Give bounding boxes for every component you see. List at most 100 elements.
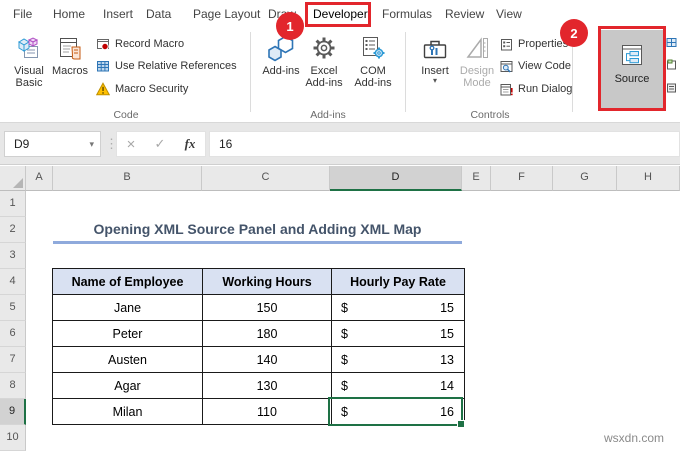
run-dialog-button[interactable]: Run Dialog — [500, 81, 572, 97]
cell-b9[interactable]: Milan — [52, 398, 203, 425]
map-properties-icon — [666, 37, 677, 48]
design-mode-button[interactable]: Design Mode — [456, 31, 498, 89]
group-separator — [250, 32, 251, 112]
tab-page-layout[interactable]: Page Layout — [193, 0, 260, 28]
insert-controls-button[interactable]: Insert ▾ — [414, 31, 456, 85]
row-header-8[interactable]: 8 — [0, 373, 26, 399]
cell-b5[interactable]: Jane — [52, 294, 203, 321]
export-button[interactable]: Exp — [666, 57, 680, 71]
row-header-1[interactable]: 1 — [0, 191, 26, 217]
row-header-9[interactable]: 9 — [0, 399, 26, 425]
table-row: Agar 130 $14 — [52, 372, 465, 399]
header-hourly-pay-rate[interactable]: Hourly Pay Rate — [331, 268, 465, 295]
formula-input[interactable]: 16 — [209, 131, 680, 157]
tab-view[interactable]: View — [496, 0, 522, 28]
excel-window: { "ribbon": { "tabs": ["File","Home","In… — [0, 0, 680, 451]
insert-dropdown-caret-icon[interactable]: ▾ — [433, 77, 437, 85]
column-header-b[interactable]: B — [53, 166, 202, 191]
select-all-button[interactable] — [0, 166, 26, 191]
currency-symbol: $ — [341, 326, 348, 341]
cell-c9[interactable]: 110 — [202, 398, 332, 425]
active-cell-selection[interactable] — [328, 397, 465, 428]
use-relative-references-button[interactable]: Use Relative References — [96, 58, 237, 74]
view-code-label: View Code — [518, 60, 571, 72]
column-header-g[interactable]: G — [553, 166, 617, 191]
cell-b6[interactable]: Peter — [52, 320, 203, 347]
cell-c5[interactable]: 150 — [202, 294, 332, 321]
name-box-value: D9 — [14, 137, 30, 151]
row-header-5[interactable]: 5 — [0, 295, 26, 321]
com-add-ins-icon — [360, 31, 386, 65]
cell-d8[interactable]: $14 — [331, 372, 465, 399]
cell-d6[interactable]: $15 — [331, 320, 465, 347]
header-name-of-employee[interactable]: Name of Employee — [52, 268, 203, 295]
controls-group-label: Controls — [470, 109, 510, 121]
cell-c7[interactable]: 140 — [202, 346, 332, 373]
rate-value: 14 — [440, 378, 454, 393]
map-properties-button[interactable]: Ma — [666, 35, 680, 49]
design-mode-icon — [464, 31, 490, 65]
tab-file[interactable]: File — [13, 0, 32, 28]
formula-buttons: × ✓ fx — [116, 131, 206, 157]
row-header-2[interactable]: 2 — [0, 217, 26, 243]
tab-insert[interactable]: Insert — [103, 0, 133, 28]
properties-button[interactable]: Properties — [500, 36, 568, 52]
currency-symbol: $ — [341, 352, 348, 367]
row-header-10[interactable]: 10 — [0, 425, 26, 451]
table-row: Peter 180 $15 — [52, 320, 465, 347]
column-header-c[interactable]: C — [202, 166, 330, 191]
com-add-ins-button[interactable]: COM Add-ins — [348, 31, 398, 89]
relative-references-icon — [96, 59, 110, 73]
developer-tab-highlight-box — [305, 2, 371, 27]
group-separator — [405, 32, 406, 112]
cell-c6[interactable]: 180 — [202, 320, 332, 347]
cell-b7[interactable]: Austen — [52, 346, 203, 373]
cell-c8[interactable]: 130 — [202, 372, 332, 399]
insert-controls-icon — [422, 31, 448, 65]
cell-d5[interactable]: $15 — [331, 294, 465, 321]
export-icon — [666, 59, 677, 70]
rate-value: 15 — [440, 326, 454, 341]
cancel-icon[interactable]: × — [127, 137, 136, 152]
macro-security-icon — [96, 82, 110, 96]
name-box[interactable]: D9 ▾ — [4, 131, 101, 157]
fill-handle[interactable] — [457, 420, 465, 428]
insert-function-icon[interactable]: fx — [185, 136, 196, 152]
row-header-3[interactable]: 3 — [0, 243, 26, 269]
tab-formulas[interactable]: Formulas — [382, 0, 432, 28]
use-relative-references-label: Use Relative References — [115, 60, 237, 72]
tab-review[interactable]: Review — [445, 0, 484, 28]
column-header-a[interactable]: A — [26, 166, 53, 191]
macros-button[interactable]: Macros — [50, 31, 90, 77]
visual-basic-icon — [16, 31, 42, 65]
currency-symbol: $ — [341, 300, 348, 315]
table-row: Austen 140 $13 — [52, 346, 465, 373]
column-header-f[interactable]: F — [491, 166, 553, 191]
enter-icon[interactable]: ✓ — [155, 136, 166, 152]
column-header-e[interactable]: E — [462, 166, 491, 191]
record-macro-button[interactable]: Record Macro — [96, 36, 184, 52]
header-working-hours[interactable]: Working Hours — [202, 268, 332, 295]
cell-b8[interactable]: Agar — [52, 372, 203, 399]
watermark: wsxdn.com — [604, 431, 665, 445]
design-mode-label: Design Mode — [459, 65, 495, 89]
table-header-row: Name of Employee Working Hours Hourly Pa… — [52, 268, 465, 295]
formula-bar: D9 ▾ ⋮ × ✓ fx 16 — [0, 123, 680, 165]
excel-add-ins-label: Excel Add-ins — [305, 65, 343, 89]
tab-home[interactable]: Home — [53, 0, 85, 28]
macro-security-button[interactable]: Macro Security — [96, 81, 188, 97]
excel-add-ins-button[interactable]: Excel Add-ins — [301, 31, 347, 89]
column-header-h[interactable]: H — [617, 166, 680, 191]
currency-symbol: $ — [341, 378, 348, 393]
row-header-6[interactable]: 6 — [0, 321, 26, 347]
add-ins-label: Add-ins — [262, 65, 300, 77]
refresh-data-button[interactable]: Ref — [666, 80, 680, 94]
view-code-button[interactable]: View Code — [500, 58, 571, 74]
row-header-4[interactable]: 4 — [0, 269, 26, 295]
visual-basic-button[interactable]: Visual Basic — [8, 31, 50, 89]
cell-d7[interactable]: $13 — [331, 346, 465, 373]
column-header-d[interactable]: D — [330, 166, 462, 191]
tab-data[interactable]: Data — [146, 0, 171, 28]
row-header-7[interactable]: 7 — [0, 347, 26, 373]
name-box-dropdown-icon[interactable]: ▾ — [89, 139, 94, 150]
